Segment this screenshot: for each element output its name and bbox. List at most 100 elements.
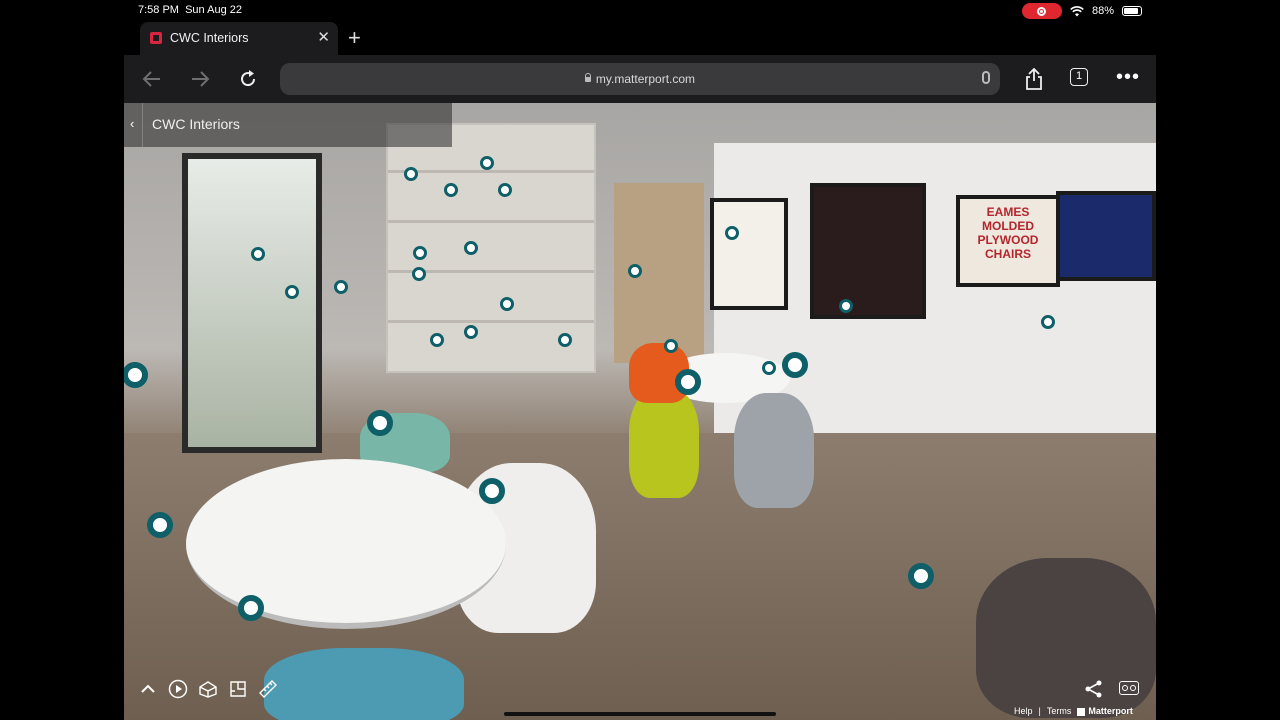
forward-arrow-icon: [192, 71, 210, 87]
mattertag-pin[interactable]: [762, 361, 776, 375]
mattertag-pin[interactable]: [124, 362, 148, 388]
chevron-up-icon: [141, 684, 155, 693]
mattertag-pin[interactable]: [412, 267, 426, 281]
measure-icon: [259, 680, 277, 698]
matterport-viewer[interactable]: EAMES MOLDED PLYWOOD CHAIRS ‹ CWC Interi…: [124, 103, 1156, 720]
share-page-button[interactable]: [1020, 65, 1048, 93]
play-icon: [168, 679, 188, 699]
status-time: 7:58 PM Sun Aug 22: [138, 4, 242, 16]
expand-controls-button[interactable]: [138, 679, 158, 699]
status-bar: 7:58 PM Sun Aug 22 88%: [0, 0, 1280, 22]
matterport-mark-icon: [1077, 707, 1086, 716]
matterport-brand: Matterport: [1088, 706, 1133, 716]
screen-recording-indicator[interactable]: [1021, 3, 1062, 19]
address-bar[interactable]: my.matterport.com: [280, 63, 1000, 95]
mattertag-pin[interactable]: [334, 280, 348, 294]
mattertag-pin[interactable]: [251, 247, 265, 261]
forward-button[interactable]: [186, 65, 214, 93]
mattertag-pin[interactable]: [725, 226, 739, 240]
mattertag-pin[interactable]: [444, 183, 458, 197]
green-chair: [629, 388, 699, 498]
record-icon: [1037, 6, 1047, 16]
mattertag-pin[interactable]: [675, 369, 701, 395]
mattertag-pin[interactable]: [839, 299, 853, 313]
mattertag-pin[interactable]: [464, 325, 478, 339]
status-icons: 88%: [1021, 3, 1142, 19]
share-icon: [1085, 680, 1102, 698]
mattertag-pin[interactable]: [430, 333, 444, 347]
mattertag-pin[interactable]: [404, 167, 418, 181]
mattertag-pin[interactable]: [413, 246, 427, 260]
framed-poster-small: [710, 198, 788, 310]
safari-window: CWC Interiors ✕ + my.matterport.com 1 ••…: [124, 22, 1156, 720]
space-title: CWC Interiors: [152, 116, 240, 132]
back-arrow-icon: [142, 71, 160, 87]
storefront-window: [182, 153, 322, 453]
microphone-icon[interactable]: [982, 71, 990, 84]
vr-icon[interactable]: [1119, 681, 1139, 695]
floorplan-view-button[interactable]: [228, 679, 248, 699]
battery-icon: [1122, 6, 1142, 16]
url-display: my.matterport.com: [280, 72, 1000, 86]
mattertag-pin[interactable]: [498, 183, 512, 197]
help-link[interactable]: Help: [1014, 706, 1033, 716]
mattertag-pin[interactable]: [664, 339, 678, 353]
viewer-footer: Help | Terms Matterport: [1014, 706, 1133, 716]
space-header: ‹ CWC Interiors: [124, 103, 452, 147]
divider: [142, 103, 143, 147]
measure-button[interactable]: [258, 679, 278, 699]
share-icon: [1026, 68, 1042, 90]
mattertag-pin[interactable]: [908, 563, 934, 589]
mattertag-pin[interactable]: [1041, 315, 1055, 329]
framed-poster-chairs: [810, 183, 926, 319]
floorplan-icon: [230, 681, 246, 697]
back-chevron-icon[interactable]: ‹: [130, 116, 134, 131]
round-table: [186, 459, 506, 629]
shelf-divider: [388, 220, 594, 223]
mattertag-pin[interactable]: [479, 478, 505, 504]
grey-chair: [734, 393, 814, 508]
eames-poster: EAMES MOLDED PLYWOOD CHAIRS: [956, 195, 1060, 287]
reload-button[interactable]: [234, 65, 262, 93]
mattertag-pin[interactable]: [500, 297, 514, 311]
new-tab-button[interactable]: +: [348, 25, 361, 51]
matterport-logo[interactable]: Matterport: [1077, 706, 1133, 716]
footer-separator: |: [1038, 706, 1041, 716]
terms-link[interactable]: Terms: [1047, 706, 1072, 716]
tab-cwc-interiors[interactable]: CWC Interiors ✕: [140, 22, 338, 55]
tab-overview-button[interactable]: 1: [1070, 68, 1088, 86]
shelf-divider: [388, 170, 594, 173]
reload-icon: [241, 70, 256, 87]
url-text: my.matterport.com: [595, 72, 696, 86]
framed-poster-blue: [1056, 191, 1156, 281]
back-button[interactable]: [138, 65, 166, 93]
mattertag-pin[interactable]: [464, 241, 478, 255]
lock-icon: [584, 73, 591, 82]
tab-title: CWC Interiors: [170, 31, 249, 45]
mattertag-pin[interactable]: [285, 285, 299, 299]
mattertag-pin[interactable]: [558, 333, 572, 347]
clock: 7:58 PM: [138, 4, 179, 16]
home-indicator: [504, 712, 776, 716]
close-tab-button[interactable]: ✕: [317, 28, 330, 46]
mattertag-pin[interactable]: [782, 352, 808, 378]
wifi-icon: [1070, 5, 1084, 16]
play-tour-button[interactable]: [168, 679, 188, 699]
mattertag-pin[interactable]: [238, 595, 264, 621]
viewer-controls: [138, 675, 278, 703]
battery-percent: 88%: [1091, 5, 1114, 17]
more-icon[interactable]: •••: [1116, 67, 1140, 87]
mattertag-pin[interactable]: [147, 512, 173, 538]
tab-bar: CWC Interiors ✕ +: [124, 22, 1156, 55]
battery-level: [1124, 8, 1139, 14]
mattertag-pin[interactable]: [480, 156, 494, 170]
date: Sun Aug 22: [185, 4, 242, 16]
mattertag-pin[interactable]: [628, 264, 642, 278]
dollhouse-icon: [199, 681, 217, 698]
toolbar: my.matterport.com 1 •••: [124, 55, 1156, 103]
favicon-icon: [150, 32, 162, 44]
share-space-button[interactable]: [1084, 679, 1104, 704]
mattertag-pin[interactable]: [367, 410, 393, 436]
dollhouse-view-button[interactable]: [198, 679, 218, 699]
shelf-divider: [388, 320, 594, 323]
